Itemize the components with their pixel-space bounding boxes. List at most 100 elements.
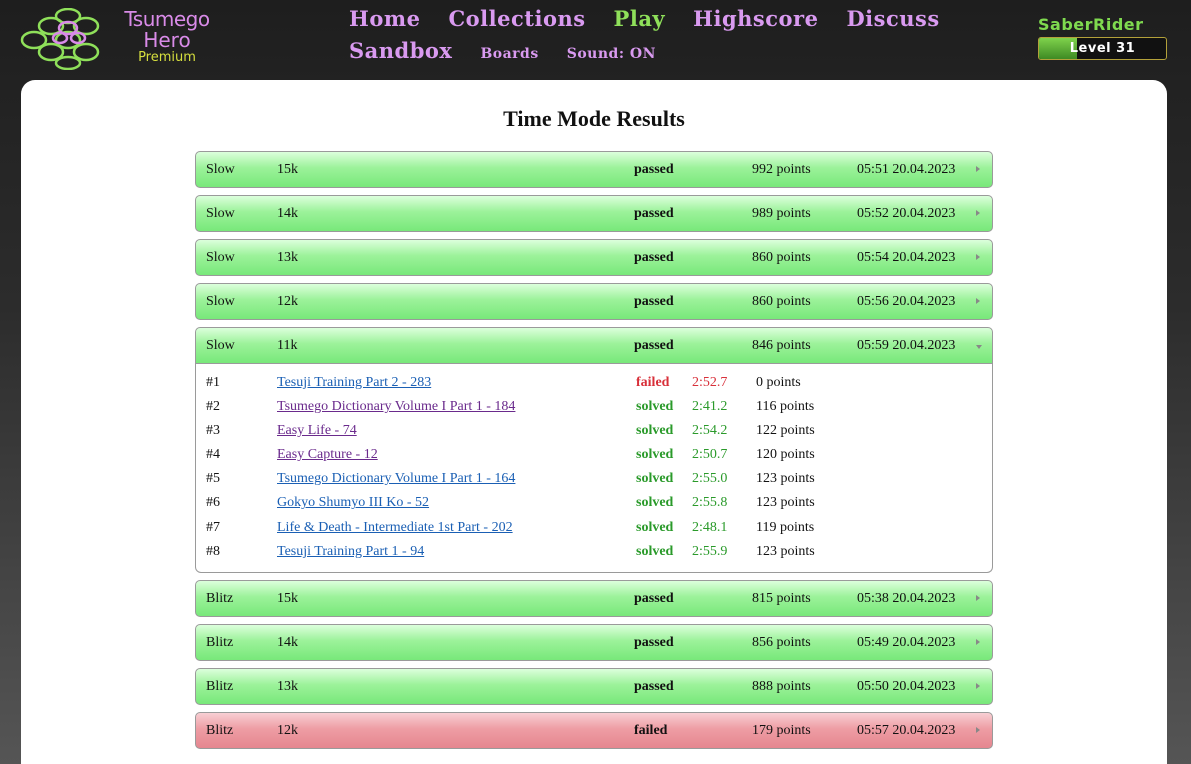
- problem-link[interactable]: Easy Life - 74: [277, 423, 357, 439]
- problem-number: #7: [206, 519, 220, 535]
- result-points: 860 points: [752, 250, 811, 265]
- problem-time: 2:52.7: [692, 375, 728, 390]
- result-row[interactable]: Slow 13k passed 860 points 05:54 20.04.2023: [195, 239, 993, 276]
- nav-row-secondary: Sandbox Boards Sound: ON: [349, 38, 968, 72]
- result-status: passed: [634, 162, 674, 177]
- result-rank: 11k: [277, 338, 298, 353]
- problem-time: 2:54.2: [692, 423, 728, 439]
- chevron-right-icon[interactable]: [976, 726, 980, 733]
- result-row[interactable]: Blitz 12k failed 179 points 05:57 20.04.2023: [195, 711, 993, 749]
- result-date: 05:51 20.04.2023: [857, 162, 956, 177]
- result-row[interactable]: Slow 14k passed 989 points 05:52 20.04.2023: [195, 195, 993, 232]
- result-status: passed: [634, 338, 674, 353]
- nav-row-primary: Home Collections Play Highscore Discuss: [349, 6, 968, 38]
- result-row[interactable]: Blitz 13k passed 888 points 05:50 20.04.2023: [195, 667, 993, 705]
- chevron-right-icon[interactable]: [976, 166, 980, 172]
- result-status: passed: [634, 634, 674, 650]
- problem-points: 119 points: [756, 519, 815, 535]
- problem-time: 2:55.0: [692, 471, 728, 487]
- problem-time: 2:48.1: [692, 519, 728, 535]
- result-points: 989 points: [752, 206, 811, 221]
- problem-link[interactable]: Tsumego Dictionary Volume I Part 1 - 184: [277, 399, 515, 415]
- problem-status: solved: [636, 543, 674, 559]
- chevron-right-icon[interactable]: [976, 254, 980, 260]
- problem-time: 2:50.7: [692, 447, 728, 463]
- result-points: 992 points: [752, 162, 811, 177]
- problem-points: 120 points: [756, 447, 815, 463]
- chevron-right-icon[interactable]: [976, 210, 980, 216]
- result-date: 05:54 20.04.2023: [857, 250, 956, 265]
- problem-link[interactable]: Life & Death - Intermediate 1st Part - 2…: [277, 520, 513, 536]
- result-row[interactable]: Slow 12k passed 860 points 05:56 20.04.2023: [195, 283, 993, 320]
- problem-number: #8: [206, 543, 220, 559]
- main-panel: Time Mode Results Slow 15k passed 992 point…: [21, 80, 1167, 764]
- problem-link[interactable]: Tesuji Training Part 1 - 94: [277, 544, 424, 560]
- nav-discuss[interactable]: Discuss: [846, 6, 939, 31]
- result-date: 05:59 20.04.2023: [857, 338, 956, 353]
- problem-number: #6: [206, 495, 220, 511]
- nav-collections[interactable]: Collections: [448, 6, 585, 31]
- result-status: passed: [634, 206, 674, 221]
- user-panel: SaberRider Level 31: [1038, 15, 1167, 60]
- result-row[interactable]: Blitz 15k passed 815 points 05:38 20.04.2023: [195, 579, 993, 617]
- problem-link[interactable]: Tesuji Training Part 2 - 283: [277, 375, 431, 391]
- problem-points: 122 points: [756, 423, 815, 439]
- result-row[interactable]: Blitz 14k passed 856 points 05:49 20.04.2023: [195, 623, 993, 661]
- result-rank: 12k: [277, 294, 298, 309]
- result-points: 856 points: [752, 634, 811, 650]
- problem-link[interactable]: Tsumego Dictionary Volume I Part 1 - 164: [277, 471, 515, 487]
- nav-home[interactable]: Home: [349, 6, 420, 31]
- problem-number: #2: [206, 399, 220, 415]
- result-rank: 14k: [277, 634, 298, 650]
- problem-status: solved: [636, 447, 674, 463]
- results-list: Slow 15k passed 992 points 05:51 20.04.2023 S…: [195, 151, 993, 756]
- result-rank: 13k: [277, 678, 298, 694]
- logo-title-line2: Hero: [143, 28, 191, 52]
- nav-sandbox[interactable]: Sandbox: [349, 38, 452, 63]
- result-date: 05:56 20.04.2023: [857, 294, 956, 309]
- main-nav: Home Collections Play Highscore Discuss Sand…: [349, 6, 968, 72]
- problem-points: 123 points: [756, 471, 815, 487]
- go-board-logo-icon: [20, 8, 100, 70]
- problem-row: #7 Life & Death - Intermediate 1st Part -…: [196, 518, 992, 542]
- result-row[interactable]: Slow 11k passed 846 points 05:59 20.04.2023: [195, 327, 993, 364]
- problem-points: 123 points: [756, 543, 815, 559]
- result-date: 05:49 20.04.2023: [857, 634, 956, 650]
- problem-link[interactable]: Easy Capture - 12: [277, 447, 378, 463]
- chevron-right-icon[interactable]: [976, 298, 980, 304]
- chevron-down-icon[interactable]: [976, 345, 982, 349]
- result-mode: Slow: [206, 162, 235, 177]
- problem-points: 123 points: [756, 495, 815, 511]
- sound-toggle[interactable]: Sound: ON: [567, 46, 656, 62]
- result-mode: Blitz: [206, 722, 234, 738]
- chevron-right-icon[interactable]: [976, 682, 980, 689]
- result-date: 05:57 20.04.2023: [857, 722, 956, 738]
- nav-highscore[interactable]: Highscore: [693, 6, 818, 31]
- logo-text: Tsumego Hero Premium: [107, 9, 227, 65]
- chevron-right-icon[interactable]: [976, 594, 980, 601]
- nav-boards[interactable]: Boards: [480, 46, 538, 62]
- username[interactable]: SaberRider: [1038, 15, 1167, 37]
- result-mode: Blitz: [206, 634, 234, 650]
- result-row[interactable]: Slow 15k passed 992 points 05:51 20.04.2023: [195, 151, 993, 188]
- problem-number: #3: [206, 423, 220, 439]
- result-mode: Slow: [206, 294, 235, 309]
- result-rank: 15k: [277, 590, 298, 606]
- result-points: 846 points: [752, 338, 811, 353]
- level-bar[interactable]: Level 31: [1038, 37, 1167, 60]
- result-date: 05:52 20.04.2023: [857, 206, 956, 221]
- result-rank: 12k: [277, 722, 298, 738]
- problem-number: #4: [206, 447, 220, 463]
- problem-status: solved: [636, 471, 674, 487]
- logo[interactable]: Tsumego Hero Premium: [20, 8, 220, 70]
- problem-link[interactable]: Gokyo Shumyo III Ko - 52: [277, 495, 429, 511]
- nav-play[interactable]: Play: [614, 6, 666, 31]
- result-rank: 15k: [277, 162, 298, 177]
- result-mode: Slow: [206, 250, 235, 265]
- result-mode: Slow: [206, 338, 235, 353]
- result-points: 888 points: [752, 678, 811, 694]
- chevron-right-icon[interactable]: [976, 638, 980, 645]
- problem-row: #6 Gokyo Shumyo III Ko - 52 solved 2:55.8 12…: [196, 493, 992, 517]
- problem-time: 2:41.2: [692, 399, 728, 415]
- problem-number: #1: [206, 375, 220, 390]
